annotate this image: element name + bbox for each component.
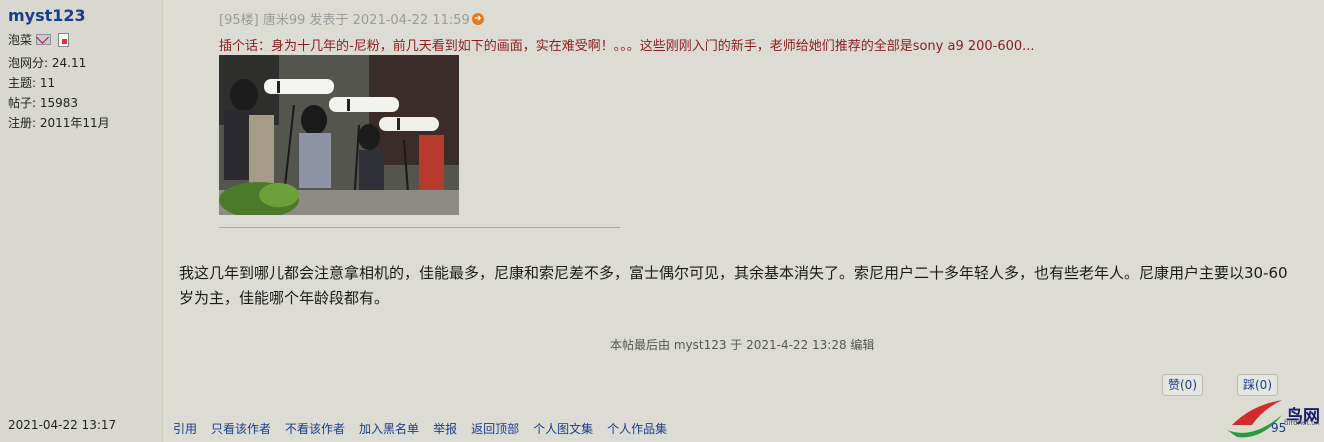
author-topics: 主题: 11: [8, 76, 56, 90]
author-rank-row: 泡菜: [8, 31, 70, 48]
quote-divider: [219, 227, 620, 228]
post-body: 我这几年到哪儿都会注意拿相机的，佳能最多，尼康和索尼差不多，富士偶尔可见，其余基…: [179, 264, 1288, 307]
author-sidebar: myst123 泡菜 泡网分: 24.11 主题: 11 帖子: 15983 注…: [0, 0, 163, 442]
post-actions: 引用 只看该作者 不看该作者 加入黑名单 举报 返回顶部 个人图文集 个人作品集: [173, 420, 667, 437]
back-to-top-link[interactable]: 返回顶部: [471, 420, 519, 437]
personal-works-link[interactable]: 个人作品集: [607, 420, 667, 437]
logo-sub: birdnet.cn: [1284, 419, 1320, 427]
edit-note: 本帖最后由 myst123 于 2021-4-22 13:28 编辑: [610, 338, 875, 352]
quoted-photo[interactable]: [219, 55, 459, 215]
like-button[interactable]: 赞(0): [1162, 374, 1203, 396]
personal-gallery-link[interactable]: 个人图文集: [533, 420, 593, 437]
dislike-button[interactable]: 踩(0): [1237, 374, 1278, 396]
profile-doc-icon[interactable]: [58, 32, 70, 47]
author-posts: 帖子: 15983: [8, 96, 79, 110]
send-message-icon[interactable]: [36, 34, 52, 45]
only-author-link[interactable]: 只看该作者: [211, 420, 271, 437]
author-rank: 泡菜: [8, 33, 33, 47]
jump-to-post-icon[interactable]: ➜: [471, 12, 484, 25]
floor-number: 95: [1271, 421, 1287, 435]
quote-header: [95楼] 唐米99 发表于 2021-04-22 11:59 ➜: [219, 9, 484, 28]
report-link[interactable]: 举报: [433, 420, 457, 437]
author-registered: 注册: 2011年11月: [8, 116, 110, 130]
author-score: 泡网分: 24.11: [8, 56, 87, 70]
author-username[interactable]: myst123: [8, 6, 86, 25]
quote-meta-text: [95楼] 唐米99 发表于 2021-04-22 11:59: [219, 13, 470, 28]
quote-link[interactable]: 引用: [173, 420, 197, 437]
quote-text: 插个话：身为十几年的-尼粉，前几天看到如下的画面，实在难受啊！。。。这些刚刚入门…: [219, 39, 1035, 54]
hide-author-link[interactable]: 不看该作者: [285, 420, 345, 437]
post-timestamp: 2021-04-22 13:17: [8, 418, 117, 432]
blacklist-link[interactable]: 加入黑名单: [359, 420, 419, 437]
